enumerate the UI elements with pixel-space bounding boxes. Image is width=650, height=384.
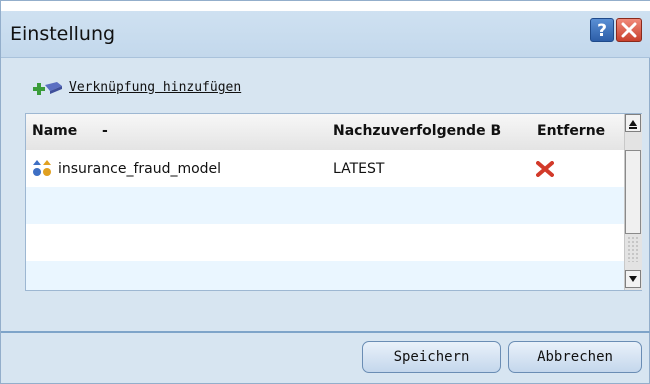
column-header-name[interactable]: Name: [32, 123, 77, 139]
row-tracked-version: LATEST: [333, 161, 385, 177]
sort-indicator: -: [102, 123, 108, 139]
table-row[interactable]: [26, 224, 624, 261]
top-strip: [1, 1, 650, 11]
table-row[interactable]: [26, 187, 624, 224]
scroll-track[interactable]: [627, 236, 639, 262]
links-table: Name - Nachzuverfolgende B Entferne insu…: [25, 113, 642, 291]
save-button[interactable]: Speichern: [362, 341, 501, 373]
add-link-icon: [33, 82, 62, 95]
table-row[interactable]: [26, 261, 624, 290]
column-header-remove[interactable]: Entferne: [537, 123, 605, 139]
scroll-thumb[interactable]: [625, 150, 641, 234]
vertical-scrollbar[interactable]: [624, 114, 642, 290]
settings-dialog: Einstellung ? Verknüpfung hinzufügen Nam…: [0, 0, 650, 384]
scroll-up-icon: [629, 120, 637, 129]
help-button[interactable]: ?: [590, 18, 614, 42]
model-icon: [33, 160, 51, 176]
cancel-button[interactable]: Abbrechen: [508, 341, 642, 373]
close-icon: [621, 22, 637, 38]
row-name: insurance_fraud_model: [58, 161, 222, 177]
close-button[interactable]: [616, 18, 642, 42]
table-row[interactable]: insurance_fraud_model LATEST: [26, 150, 624, 187]
add-link-label[interactable]: Verknüpfung hinzufügen: [69, 80, 241, 95]
dialog-title: Einstellung: [10, 23, 116, 45]
title-bar: Einstellung ?: [1, 11, 650, 58]
column-header-tracked[interactable]: Nachzuverfolgende B: [333, 123, 501, 139]
table-header: Name - Nachzuverfolgende B Entferne: [26, 114, 624, 151]
footer-divider: [1, 331, 650, 333]
scroll-down-button[interactable]: [625, 270, 641, 288]
help-icon: ?: [597, 21, 607, 41]
scroll-down-icon: [629, 276, 637, 282]
scroll-up-button[interactable]: [625, 114, 641, 132]
remove-icon[interactable]: [536, 161, 554, 177]
